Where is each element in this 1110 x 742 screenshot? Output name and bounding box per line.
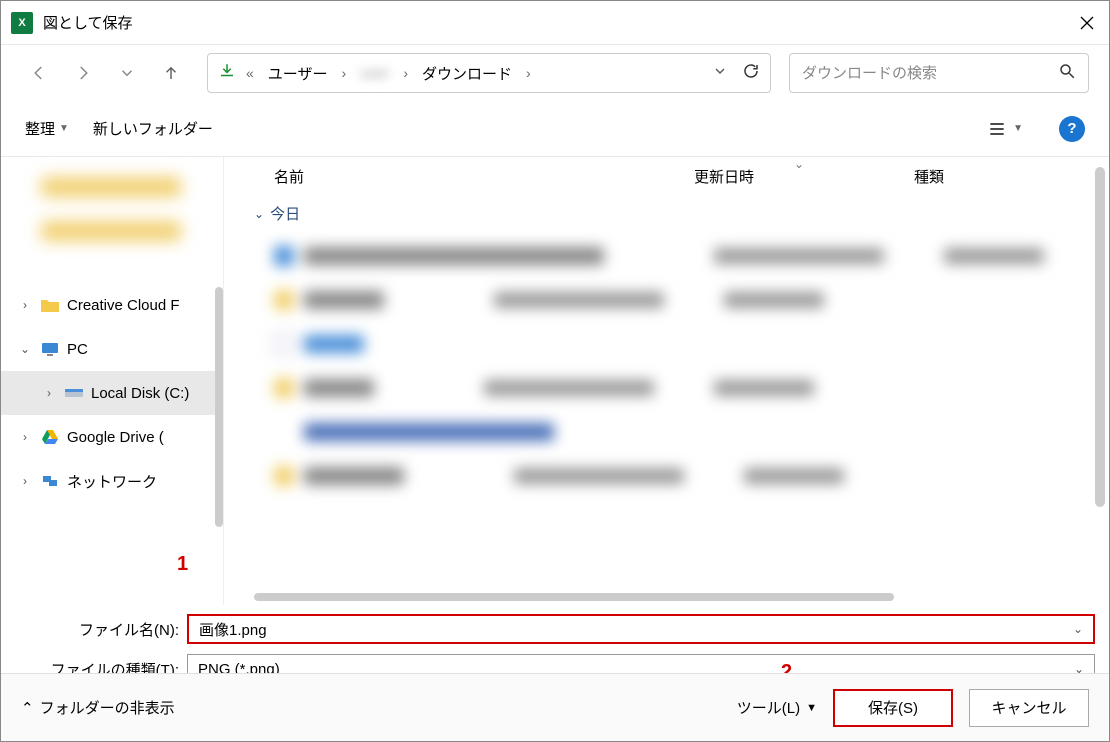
title-bar: X 図として保存	[1, 1, 1109, 45]
chevron-right-icon[interactable]: ›	[17, 474, 33, 488]
sidebar-item-creative-cloud[interactable]: › Creative Cloud F	[1, 283, 223, 327]
horizontal-scrollbar[interactable]	[254, 593, 894, 601]
search-icon[interactable]	[1058, 62, 1076, 85]
sidebar-item-blurred[interactable]	[41, 209, 223, 253]
hide-folders-toggle[interactable]: ⌃ フォルダーの非表示	[21, 697, 175, 718]
filename-row: ファイル名(N): 画像1.png ⌄	[1, 609, 1109, 649]
chevron-right-icon[interactable]: ›	[399, 65, 412, 81]
file-row[interactable]	[274, 454, 1109, 498]
organize-label: 整理	[25, 118, 55, 139]
sidebar-item-google-drive[interactable]: › Google Drive (	[1, 415, 223, 459]
tools-menu[interactable]: ツール(L) ▼	[737, 697, 817, 718]
pc-icon	[41, 342, 59, 356]
file-list	[224, 224, 1109, 508]
excel-icon: X	[11, 12, 33, 34]
footer: ⌃ フォルダーの非表示 ツール(L) ▼ 保存(S) キャンセル	[1, 673, 1109, 741]
recent-dropdown[interactable]	[109, 55, 145, 91]
close-button[interactable]	[1065, 1, 1109, 45]
address-dropdown[interactable]	[712, 63, 728, 84]
cancel-button[interactable]: キャンセル	[969, 689, 1089, 727]
help-button[interactable]: ?	[1059, 116, 1085, 142]
sidebar-item-local-disk[interactable]: › Local Disk (C:)	[1, 371, 223, 415]
cancel-label: キャンセル	[991, 697, 1066, 718]
nav-row: « ユーザー › user › ダウンロード ›	[1, 45, 1109, 101]
sidebar-item-label: Local Disk (C:)	[91, 385, 189, 402]
sidebar-item-label: PC	[67, 341, 88, 358]
main-area: › Creative Cloud F ⌄ PC › Local Disk (C:…	[1, 157, 1109, 605]
disk-icon	[65, 386, 83, 400]
save-button[interactable]: 保存(S)	[833, 689, 953, 727]
filename-input[interactable]: 画像1.png ⌄	[187, 614, 1095, 644]
organize-menu[interactable]: 整理 ▼	[25, 118, 69, 139]
chevron-right-icon[interactable]: ›	[522, 65, 535, 81]
breadcrumb-users[interactable]: ユーザー	[264, 63, 332, 84]
back-button[interactable]	[21, 55, 57, 91]
network-icon	[41, 474, 59, 488]
sidebar-scrollbar[interactable]	[215, 287, 223, 527]
file-row[interactable]	[274, 410, 1109, 454]
vertical-scrollbar[interactable]	[1095, 167, 1105, 507]
breadcrumb-downloads[interactable]: ダウンロード	[418, 63, 516, 84]
new-folder-button[interactable]: 新しいフォルダー	[93, 118, 213, 139]
sidebar-item-label: ネットワーク	[67, 471, 157, 492]
chevron-down-icon[interactable]: ⌄	[17, 342, 33, 356]
group-today[interactable]: ⌄ 今日	[224, 195, 1109, 224]
save-label: 保存(S)	[868, 697, 918, 718]
google-drive-icon	[41, 430, 59, 444]
forward-button[interactable]	[65, 55, 101, 91]
folder-icon	[41, 298, 59, 312]
column-header-name[interactable]: 名前	[274, 166, 694, 187]
up-button[interactable]	[153, 55, 189, 91]
file-row[interactable]	[274, 278, 1109, 322]
file-row[interactable]	[274, 322, 1109, 366]
new-folder-label: 新しいフォルダー	[93, 118, 213, 139]
search-input[interactable]	[802, 65, 1058, 82]
tools-label: ツール(L)	[737, 697, 800, 718]
chevron-right-icon[interactable]: ›	[41, 386, 57, 400]
chevron-up-icon: ⌃	[21, 699, 34, 717]
column-header-type[interactable]: 種類	[914, 166, 1109, 187]
chevron-down-icon[interactable]: ⌄	[1073, 622, 1083, 636]
sidebar-item-blurred[interactable]	[41, 165, 223, 209]
sidebar-item-network[interactable]: › ネットワーク	[1, 459, 223, 503]
sidebar: › Creative Cloud F ⌄ PC › Local Disk (C:…	[1, 157, 223, 605]
chevron-down-icon: ▼	[59, 123, 69, 134]
breadcrumb-user[interactable]: user	[356, 65, 393, 82]
breadcrumb-overflow[interactable]: «	[242, 65, 258, 81]
sidebar-item-pc[interactable]: ⌄ PC	[1, 327, 223, 371]
column-headers: ⌄ 名前 更新日時 種類	[224, 157, 1109, 195]
chevron-down-icon: ▼	[1013, 123, 1023, 134]
view-mode-button[interactable]: ▼	[987, 119, 1023, 139]
refresh-button[interactable]	[742, 62, 760, 85]
file-row[interactable]	[274, 234, 1109, 278]
chevron-right-icon[interactable]: ›	[17, 430, 33, 444]
chevron-right-icon[interactable]: ›	[338, 65, 351, 81]
download-folder-icon	[218, 62, 236, 85]
file-row[interactable]	[274, 366, 1109, 410]
annotation-marker-1: 1	[177, 553, 188, 576]
filename-value: 画像1.png	[199, 619, 267, 640]
filename-label: ファイル名(N):	[15, 619, 187, 640]
sort-indicator-icon[interactable]: ⌄	[794, 157, 804, 171]
search-box[interactable]	[789, 53, 1089, 93]
address-bar[interactable]: « ユーザー › user › ダウンロード ›	[207, 53, 771, 93]
chevron-down-icon: ▼	[806, 702, 817, 714]
chevron-right-icon[interactable]: ›	[17, 298, 33, 312]
sidebar-item-label: Creative Cloud F	[67, 297, 180, 314]
file-pane: ⌄ 名前 更新日時 種類 ⌄ 今日	[223, 157, 1109, 605]
window-title: 図として保存	[43, 12, 1065, 33]
chevron-down-icon: ⌄	[254, 207, 264, 221]
sidebar-item-label: Google Drive (	[67, 429, 164, 446]
hide-folders-label: フォルダーの非表示	[40, 697, 175, 718]
group-label: 今日	[270, 203, 300, 224]
toolbar: 整理 ▼ 新しいフォルダー ▼ ?	[1, 101, 1109, 157]
